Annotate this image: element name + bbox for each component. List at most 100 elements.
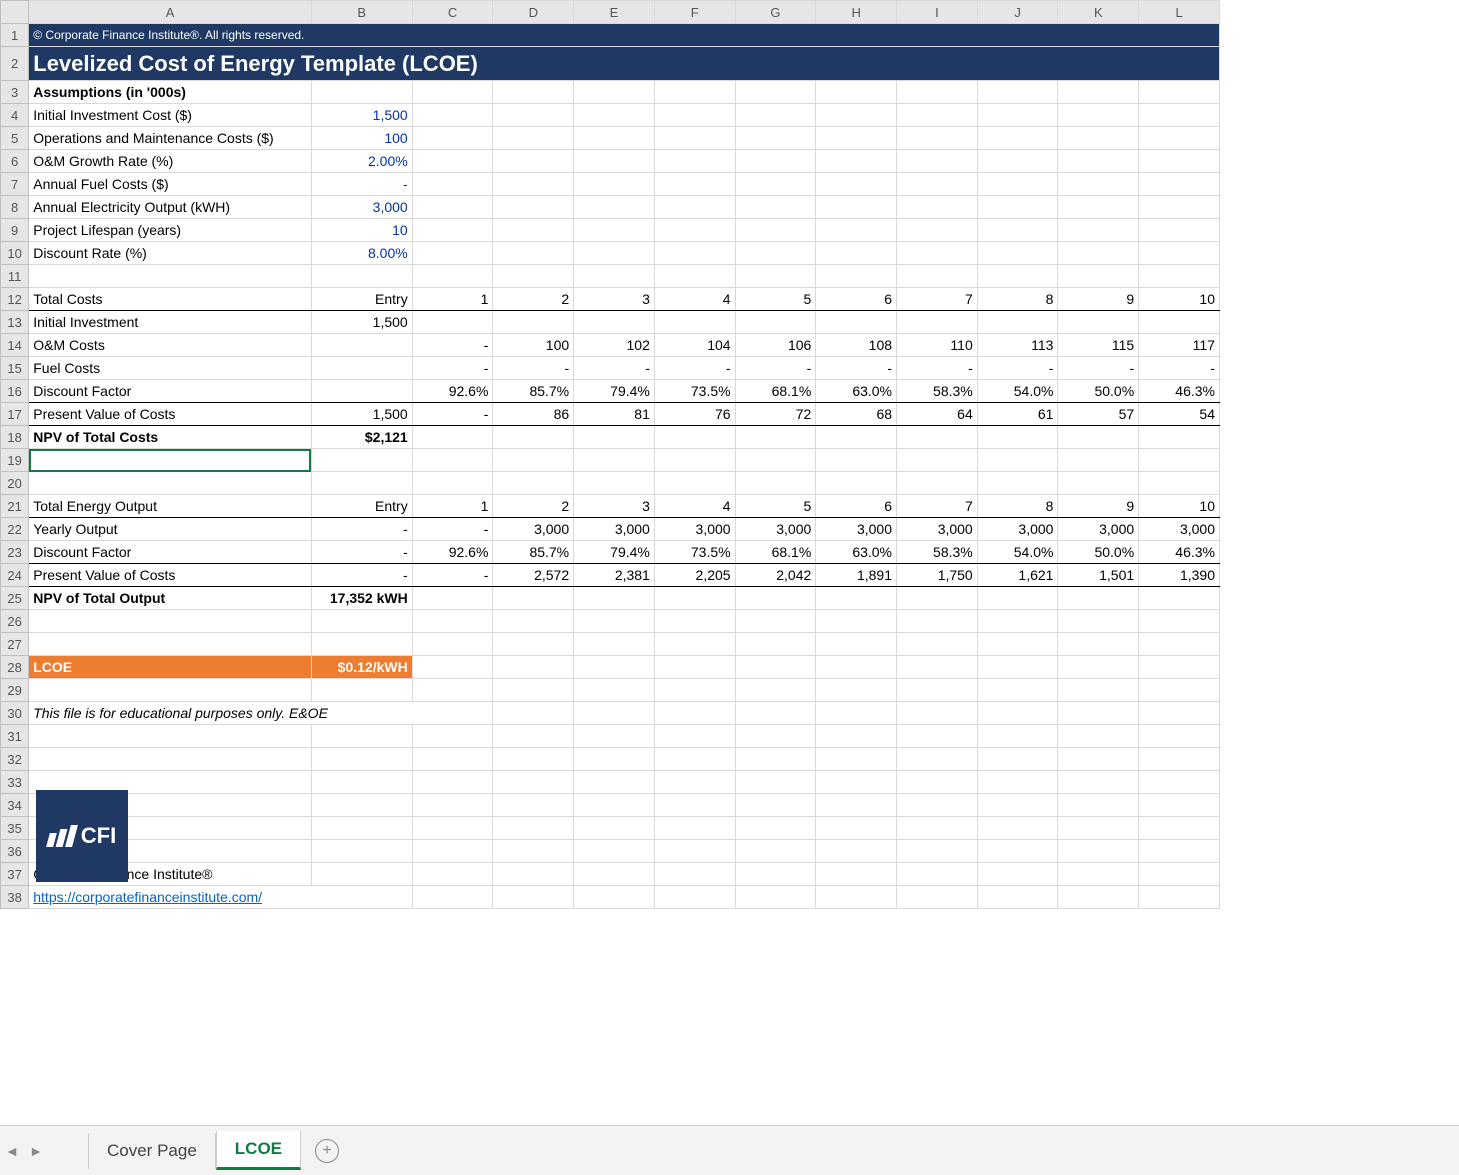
cost-cell[interactable]: 68.1%: [735, 380, 816, 403]
output-cell[interactable]: 79.4%: [574, 541, 655, 564]
row-header-16[interactable]: 16: [1, 380, 29, 403]
cost-cell[interactable]: 73.5%: [654, 380, 735, 403]
row-header-10[interactable]: 10: [1, 242, 29, 265]
column-header-D[interactable]: D: [493, 1, 574, 24]
cost-cell[interactable]: -: [816, 357, 897, 380]
assumption-value[interactable]: 2.00%: [311, 150, 412, 173]
row-header-18[interactable]: 18: [1, 426, 29, 449]
cost-cell[interactable]: 57: [1058, 403, 1139, 426]
row-header-22[interactable]: 22: [1, 518, 29, 541]
cost-cell[interactable]: 108: [816, 334, 897, 357]
row-header-23[interactable]: 23: [1, 541, 29, 564]
output-cell[interactable]: 1,621: [977, 564, 1058, 587]
row-header-8[interactable]: 8: [1, 196, 29, 219]
output-cell[interactable]: 3,000: [897, 518, 978, 541]
row-header-31[interactable]: 31: [1, 725, 29, 748]
output-cell[interactable]: 3,000: [493, 518, 574, 541]
cost-cell[interactable]: 102: [574, 334, 655, 357]
output-cell[interactable]: 1,390: [1139, 564, 1220, 587]
cost-cell[interactable]: -: [1139, 357, 1220, 380]
row-header-9[interactable]: 9: [1, 219, 29, 242]
cost-cell[interactable]: [897, 311, 978, 334]
row-header-11[interactable]: 11: [1, 265, 29, 288]
cost-cell[interactable]: 58.3%: [897, 380, 978, 403]
row-header-36[interactable]: 36: [1, 840, 29, 863]
select-all-corner[interactable]: [1, 1, 29, 24]
cost-cell[interactable]: -: [412, 357, 493, 380]
add-sheet-button[interactable]: +: [315, 1139, 339, 1163]
row-header-15[interactable]: 15: [1, 357, 29, 380]
row-header-28[interactable]: 28: [1, 656, 29, 679]
row-header-17[interactable]: 17: [1, 403, 29, 426]
row-header-2[interactable]: 2: [1, 47, 29, 81]
output-cell[interactable]: 46.3%: [1139, 541, 1220, 564]
output-cell[interactable]: -: [412, 564, 493, 587]
output-cell[interactable]: 73.5%: [654, 541, 735, 564]
cost-cell[interactable]: 104: [654, 334, 735, 357]
cost-row-entry[interactable]: [311, 357, 412, 380]
row-header-14[interactable]: 14: [1, 334, 29, 357]
output-cell[interactable]: 63.0%: [816, 541, 897, 564]
column-header-C[interactable]: C: [412, 1, 493, 24]
column-headers-row[interactable]: ABCDEFGHIJKL: [1, 1, 1220, 24]
column-header-H[interactable]: H: [816, 1, 897, 24]
column-header-J[interactable]: J: [977, 1, 1058, 24]
row-header-19[interactable]: 19: [1, 449, 29, 472]
cost-cell[interactable]: [977, 311, 1058, 334]
output-cell[interactable]: 1,501: [1058, 564, 1139, 587]
output-row-entry[interactable]: -: [311, 518, 412, 541]
cost-cell[interactable]: 100: [493, 334, 574, 357]
row-header-13[interactable]: 13: [1, 311, 29, 334]
row-header-26[interactable]: 26: [1, 610, 29, 633]
row-header-20[interactable]: 20: [1, 472, 29, 495]
next-sheet-button[interactable]: ►: [24, 1143, 48, 1159]
assumption-value[interactable]: 100: [311, 127, 412, 150]
output-cell[interactable]: 3,000: [1058, 518, 1139, 541]
row-header-4[interactable]: 4: [1, 104, 29, 127]
cost-cell[interactable]: [1058, 311, 1139, 334]
column-header-L[interactable]: L: [1139, 1, 1220, 24]
output-row-entry[interactable]: -: [311, 541, 412, 564]
cost-cell[interactable]: 92.6%: [412, 380, 493, 403]
assumption-value[interactable]: -: [311, 173, 412, 196]
cost-cell[interactable]: [654, 311, 735, 334]
cost-cell[interactable]: 54: [1139, 403, 1220, 426]
row-header-12[interactable]: 12: [1, 288, 29, 311]
output-cell[interactable]: 92.6%: [412, 541, 493, 564]
row-header-30[interactable]: 30: [1, 702, 29, 725]
row-header-37[interactable]: 37: [1, 863, 29, 886]
cost-cell[interactable]: 113: [977, 334, 1058, 357]
tab-lcoe[interactable]: LCOE: [216, 1131, 301, 1170]
cost-cell[interactable]: [1139, 311, 1220, 334]
cost-row-entry[interactable]: [311, 334, 412, 357]
column-header-B[interactable]: B: [311, 1, 412, 24]
cost-cell[interactable]: 79.4%: [574, 380, 655, 403]
cost-cell[interactable]: 76: [654, 403, 735, 426]
output-cell[interactable]: 3,000: [1139, 518, 1220, 541]
org-link-cell[interactable]: https://corporatefinanceinstitute.com/: [29, 886, 412, 909]
output-cell[interactable]: 2,042: [735, 564, 816, 587]
output-cell[interactable]: 1,750: [897, 564, 978, 587]
row-header-38[interactable]: 38: [1, 886, 29, 909]
org-link[interactable]: https://corporatefinanceinstitute.com/: [33, 889, 262, 905]
row-header-21[interactable]: 21: [1, 495, 29, 518]
cost-cell[interactable]: -: [1058, 357, 1139, 380]
output-cell[interactable]: 58.3%: [897, 541, 978, 564]
cost-cell[interactable]: [412, 311, 493, 334]
output-cell[interactable]: 3,000: [977, 518, 1058, 541]
cost-cell[interactable]: -: [412, 334, 493, 357]
output-cell[interactable]: 3,000: [735, 518, 816, 541]
output-cell[interactable]: 3,000: [654, 518, 735, 541]
cost-cell[interactable]: [816, 311, 897, 334]
column-header-E[interactable]: E: [574, 1, 655, 24]
output-cell[interactable]: 2,205: [654, 564, 735, 587]
cost-cell[interactable]: 81: [574, 403, 655, 426]
column-header-K[interactable]: K: [1058, 1, 1139, 24]
output-cell[interactable]: 68.1%: [735, 541, 816, 564]
selected-cell[interactable]: [29, 449, 312, 472]
assumption-value[interactable]: 3,000: [311, 196, 412, 219]
row-header-7[interactable]: 7: [1, 173, 29, 196]
row-header-24[interactable]: 24: [1, 564, 29, 587]
output-cell[interactable]: 3,000: [816, 518, 897, 541]
cost-cell[interactable]: 86: [493, 403, 574, 426]
